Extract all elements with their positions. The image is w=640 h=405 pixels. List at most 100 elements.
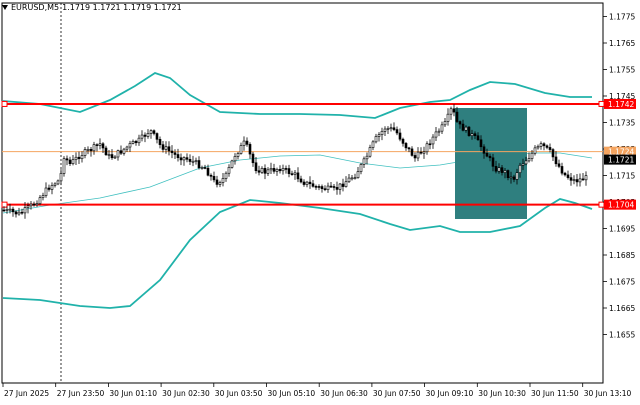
time-tick-label: 30 Jun 05:10	[268, 389, 316, 398]
candle-body	[416, 151, 420, 159]
candle-body	[464, 126, 468, 131]
candle-body	[542, 143, 546, 147]
time-tick-label: 27 Jun 23:50	[57, 389, 105, 398]
candle-body	[506, 170, 510, 178]
candle-body	[551, 149, 555, 158]
candle-body	[308, 181, 312, 185]
candle-body	[305, 181, 309, 185]
candle-body	[68, 159, 72, 165]
candle-body	[428, 143, 432, 146]
candle-body	[563, 172, 567, 176]
price-tick-label: 1.1765	[609, 39, 635, 48]
candle-body	[344, 181, 348, 187]
level-anchor[interactable]	[1, 100, 8, 107]
candle-body	[227, 167, 231, 174]
candle-body	[5, 209, 9, 211]
time-tick-label: 30 Jun 01:10	[109, 389, 157, 398]
candle-body	[287, 168, 291, 174]
price-tick-label: 1.1735	[609, 119, 635, 128]
candle-body	[275, 169, 279, 172]
candle-body	[386, 128, 390, 130]
candle-body	[245, 140, 249, 145]
candle-body	[71, 159, 75, 165]
candle-body	[299, 178, 303, 183]
candle-body	[536, 146, 540, 149]
candle-body	[11, 208, 15, 213]
candle-body	[254, 162, 258, 172]
candle-body	[236, 153, 240, 157]
level-anchor[interactable]	[598, 201, 605, 208]
candle-body	[98, 143, 102, 146]
candle-body	[32, 203, 36, 206]
candle-body	[248, 144, 252, 155]
candle-body	[425, 143, 429, 153]
candle-body	[269, 168, 273, 171]
price-tag-label: 1.1704	[608, 201, 634, 210]
candle-body	[422, 151, 426, 154]
candle-body	[329, 185, 333, 188]
candle-body	[152, 130, 156, 134]
candle-body	[194, 160, 198, 162]
candle-body	[578, 178, 582, 183]
candle-body	[548, 147, 552, 150]
candle-body	[185, 157, 189, 160]
candle-body	[290, 173, 294, 175]
candle-body	[143, 134, 147, 137]
candle-body	[14, 211, 18, 215]
candle-body	[311, 183, 315, 187]
level-anchor[interactable]	[1, 201, 8, 208]
candle-body	[467, 126, 471, 136]
candle-body	[455, 111, 459, 122]
candle-body	[503, 170, 507, 173]
price-tag-label: 1.1742	[608, 100, 634, 109]
candle-body	[17, 211, 21, 215]
candle-body	[332, 186, 336, 188]
candle-body	[182, 157, 186, 161]
candle-body	[197, 160, 201, 169]
candle-body	[404, 143, 408, 149]
candle-body	[260, 168, 264, 173]
candle-body	[482, 146, 486, 154]
price-tick-label: 1.1665	[609, 304, 635, 313]
candle-body	[239, 145, 243, 154]
chart-background	[0, 0, 640, 401]
candle-body	[140, 134, 144, 139]
candle-body	[128, 143, 132, 148]
candle-body	[2, 209, 6, 212]
candle-body	[500, 167, 504, 173]
candle-body	[365, 155, 369, 160]
candle-body	[395, 129, 399, 134]
candle-body	[284, 168, 288, 170]
candle-body	[155, 133, 159, 140]
ohlc-quotes: 1.1719 1.1721 1.1719 1.1721	[62, 3, 182, 12]
candle-body	[104, 147, 108, 156]
candle-body	[545, 145, 549, 148]
time-tick-label: 27 Jun 2025	[4, 389, 49, 398]
candle-body	[191, 160, 195, 163]
candle-body	[485, 152, 489, 157]
price-tick-label: 1.1755	[609, 66, 635, 75]
time-tick-label: 30 Jun 07:50	[373, 389, 421, 398]
level-anchor[interactable]	[598, 100, 605, 107]
candle-body	[398, 132, 402, 140]
candle-body	[479, 139, 483, 148]
candle-body	[206, 167, 210, 176]
candle-body	[353, 177, 357, 179]
dropdown-arrow-icon[interactable]	[2, 5, 8, 10]
candle-body	[122, 148, 126, 154]
chart-window[interactable]: 1.17751.17651.17551.17451.17351.17251.17…	[0, 0, 640, 401]
candle-body	[458, 121, 462, 125]
candle-body	[356, 171, 360, 178]
symbol-label: EURUSD,M5	[11, 3, 60, 12]
candle-body	[557, 163, 561, 167]
candle-body	[572, 179, 576, 181]
candle-body	[446, 113, 450, 122]
candle-body	[497, 167, 501, 172]
candle-body	[383, 128, 387, 132]
candle-body	[527, 158, 531, 162]
time-tick-label: 30 Jun 13:10	[584, 389, 632, 398]
price-tick-label: 1.1685	[609, 251, 635, 260]
candle-body	[410, 148, 414, 156]
candle-body	[41, 195, 45, 198]
candle-body	[359, 164, 363, 172]
